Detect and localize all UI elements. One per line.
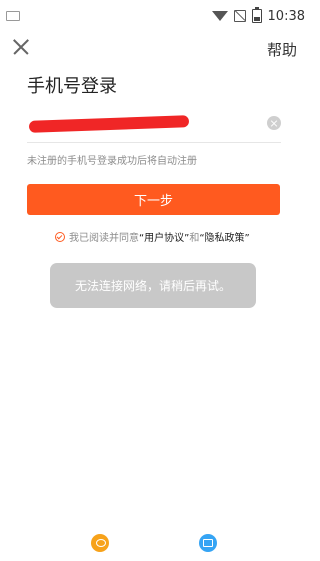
keyboard-icon (6, 11, 20, 21)
phone-field-row (27, 112, 281, 143)
weibo-icon[interactable] (91, 534, 109, 552)
help-link[interactable]: 帮助 (267, 39, 297, 60)
agreement-row: 我已阅读并同意 “用户协议” 和 “隐私政策” (55, 229, 250, 244)
close-icon[interactable] (12, 38, 30, 56)
agreement-check-icon[interactable] (55, 231, 65, 242)
agreement-prefix: 我已阅读并同意 (69, 233, 139, 244)
header: 帮助 (0, 32, 313, 66)
privacy-policy-link[interactable]: “隐私政策” (199, 229, 249, 244)
status-time: 10:38 (267, 8, 305, 24)
status-bar: 10:38 (0, 0, 313, 32)
wifi-icon (211, 11, 228, 21)
no-sim-icon (233, 10, 246, 22)
clear-icon[interactable] (267, 116, 281, 130)
mail-icon[interactable] (199, 534, 217, 552)
battery-icon (251, 7, 262, 23)
page-title: 手机号登录 (27, 76, 117, 97)
user-agreement-link[interactable]: “用户协议” (139, 229, 189, 244)
network-error-toast: 无法连接网络，请稍后再试。 (50, 263, 256, 308)
agreement-and: 和 (189, 233, 200, 244)
next-step-button[interactable]: 下一步 (27, 184, 280, 215)
register-hint: 未注册的手机号登录成功后将自动注册 (27, 156, 197, 167)
